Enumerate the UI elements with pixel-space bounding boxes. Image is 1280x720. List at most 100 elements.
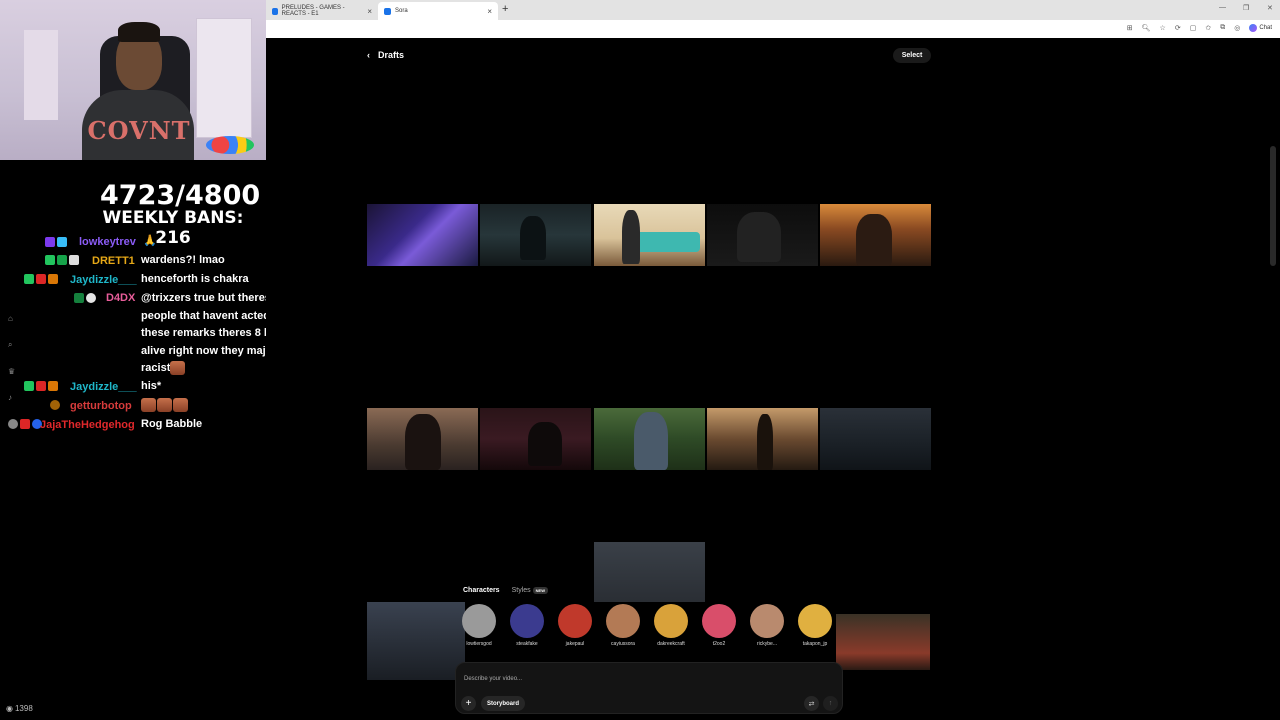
badge-icon [24,381,34,391]
draft-thumbnail[interactable] [707,408,818,470]
storyboard-button[interactable]: Storyboard [481,696,526,711]
browser-tab-bar: PRELUDES - GAMES - REACTS - E1 × Sora × … [266,0,1280,20]
chat-badges [74,293,96,303]
chat-message: 🙏 [143,235,157,247]
minimize-icon[interactable]: — [1219,4,1226,11]
draft-thumbnail[interactable] [367,204,478,266]
close-tab-icon[interactable]: × [487,7,492,16]
close-window-icon[interactable]: ✕ [1267,4,1273,12]
back-chevron-icon[interactable]: ‹ [367,50,370,60]
draft-thumbnail[interactable] [836,614,930,670]
chat-username[interactable]: DRETT1 [92,255,135,267]
favorite-icon[interactable]: ☆ [1160,24,1166,32]
chat-message: his* [141,380,162,392]
tab-sora[interactable]: Sora × [378,2,498,20]
badge-icon [48,274,58,284]
chat-label: Chat [1259,25,1272,31]
close-tab-icon[interactable]: × [367,7,372,16]
tab-favicon-icon [272,7,278,15]
add-button[interactable]: + [461,696,476,711]
prompt-input[interactable]: Describe your video... [464,676,522,682]
zoom-icon[interactable]: 🔍︎ [1142,24,1151,32]
figure [856,214,892,266]
chat-username[interactable]: D4DX [106,292,135,304]
chat-username[interactable]: Jaydizzle___ [70,274,137,286]
translate-icon[interactable]: ⊞ [1127,24,1133,32]
character-item[interactable]: steakfake [509,604,545,647]
draft-thumbnail[interactable] [367,602,465,680]
character-name: dakreekcraft [657,641,685,647]
prompt-composer: Describe your video... + Storyboard ⇄ ↑ [455,662,843,714]
tab-preludes[interactable]: PRELUDES - GAMES - REACTS - E1 × [266,2,378,20]
collections-icon[interactable]: ⧉ [1220,24,1225,32]
tab-styles-label: Styles [511,587,531,594]
draft-thumbnail[interactable] [594,204,705,266]
character-item[interactable]: takapon_jp [797,604,833,647]
draft-thumbnail[interactable] [820,408,931,470]
pillow [206,136,254,154]
refresh-icon[interactable]: ⟳ [1175,24,1181,32]
restore-icon[interactable]: ❐ [1243,4,1249,12]
draft-thumbnail[interactable] [480,204,591,266]
chat-badges [24,381,58,391]
emote-icon [157,398,172,413]
badge-icon [36,274,46,284]
copilot-chat-button[interactable]: Chat [1249,24,1272,32]
settings-icon[interactable]: ⇄ [804,696,819,711]
home-icon[interactable]: ⌂ [8,314,15,323]
send-icon[interactable]: ↑ [823,696,838,711]
profile-icon[interactable]: ◎ [1234,24,1240,32]
chat-username[interactable]: Jaydizzle___ [70,381,137,393]
split-icon[interactable]: ▢ [1190,24,1197,32]
figure [634,412,668,470]
badge-icon [50,400,60,410]
webcam-door [196,18,252,138]
select-button[interactable]: Select [893,48,931,63]
bell-icon[interactable]: ♪ [8,393,15,402]
new-tab-button[interactable]: + [502,3,508,15]
tab-characters[interactable]: Characters [463,587,500,594]
favorites-icon[interactable]: ✩ [1205,24,1211,32]
draft-thumbnail[interactable] [594,542,705,602]
chat-message: henceforth is chakra [141,273,249,285]
character-item[interactable]: dakreekcraft [653,604,689,647]
tab-styles[interactable]: Styles NEW [512,587,548,594]
chat-username[interactable]: getturbotop [70,400,132,412]
figure [520,216,546,260]
badge-icon [20,419,30,429]
ban-count: 4723/4800 [100,180,261,211]
chat-username[interactable]: JajaTheHedgehog [40,419,135,431]
avatar [558,604,592,638]
character-item[interactable]: t2oo2 [701,604,737,647]
character-tabs: Characters Styles NEW [463,587,548,594]
badge-icon [48,381,58,391]
draft-thumbnail[interactable] [820,204,931,266]
character-name: cayiussora [611,641,635,647]
streamer-hair [118,22,160,42]
badge-icon [45,255,55,265]
character-item[interactable]: cayiussora [605,604,641,647]
chat-message: wardens?! lmao [141,254,225,266]
chat-username[interactable]: lowkeytrev [79,236,136,248]
scrollbar[interactable] [1270,146,1276,266]
trophy-icon[interactable]: ♛ [8,367,15,376]
drafts-header[interactable]: ‹ Drafts [367,50,404,60]
character-item[interactable]: jakepaul [557,604,593,647]
avatar [798,604,832,638]
shirt-logo: COVNT [87,116,191,145]
badge-icon [86,293,96,303]
character-item[interactable]: rickybe... [749,604,785,647]
figure [405,414,441,470]
draft-thumbnail[interactable] [707,204,818,266]
draft-thumbnail[interactable] [480,408,591,470]
figure [622,210,640,264]
search-icon[interactable]: ⌕ [8,340,15,350]
character-name: rickybe... [756,641,777,647]
draft-thumbnail[interactable] [594,408,705,470]
character-item[interactable]: lowtiersgod [461,604,497,647]
badge-icon [57,255,67,265]
badge-icon [69,255,79,265]
avatar [654,604,688,638]
draft-thumbnail[interactable] [367,408,478,470]
chat-badges [50,400,60,410]
